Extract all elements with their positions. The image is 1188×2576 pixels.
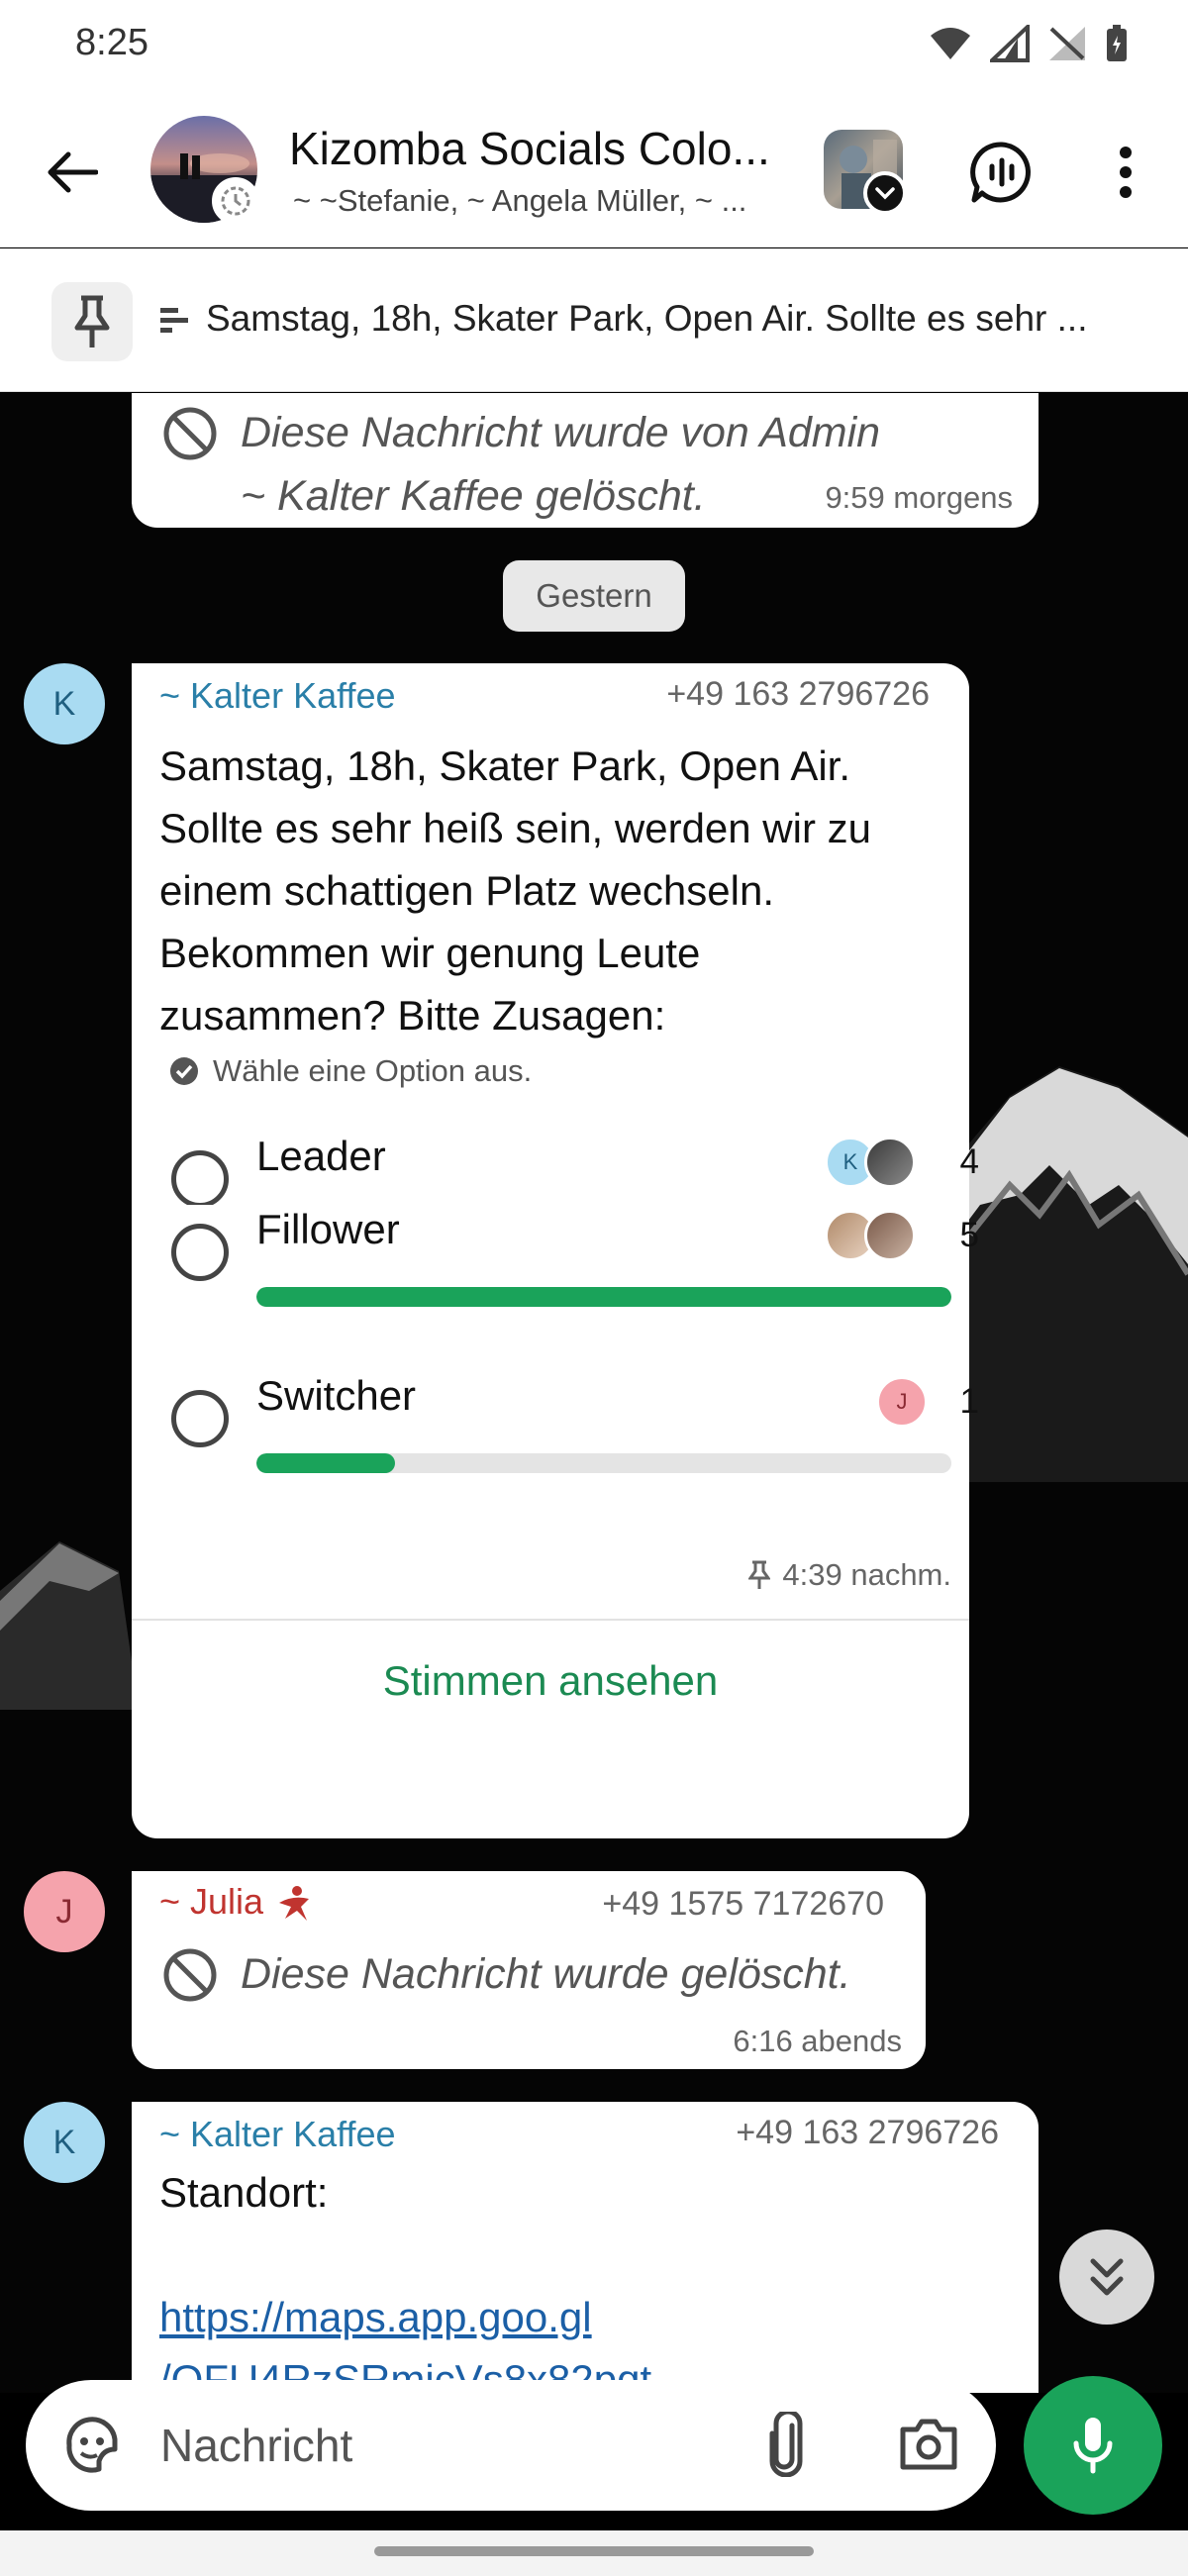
avatar[interactable]: J (24, 1871, 105, 1952)
chevron-down-icon[interactable] (863, 171, 907, 215)
voter-avatars: K (825, 1137, 916, 1188)
sender-name[interactable]: ~ Kalter Kaffee (159, 675, 396, 717)
poll-progress-fill (256, 1287, 951, 1307)
more-vert-icon (1120, 147, 1132, 198)
voice-chat-button[interactable] (965, 136, 1039, 209)
location-link-line1[interactable]: https://maps.app.goo.gl (159, 2286, 651, 2348)
pin-icon (74, 295, 110, 347)
no-signal-icon (1049, 27, 1085, 60)
message-input[interactable] (160, 2410, 735, 2481)
deleted-message-bubble[interactable]: Diese Nachricht wurde von Admin ~ Kalter… (132, 393, 1039, 528)
microphone-icon (1073, 2418, 1113, 2474)
mountain-wallpaper-left (0, 1541, 139, 1710)
camera-icon (900, 2419, 957, 2470)
poll-option-count: 4 (959, 1142, 979, 1181)
sticker-button[interactable] (61, 2416, 123, 2482)
poll-progress-fill (256, 1453, 396, 1473)
poll-progress-track (256, 1287, 951, 1307)
voter-avatar-photo (864, 1137, 916, 1188)
deleted-message-text: Diese Nachricht wurde von Admin (241, 409, 881, 456)
avatar[interactable]: K (24, 2102, 105, 2183)
pin-button[interactable] (51, 282, 133, 361)
sender-name[interactable]: ~ Kalter Kaffee (159, 2114, 396, 2155)
message-time: 6:16 abends (733, 2024, 902, 2058)
block-icon (163, 407, 217, 460)
message-composer (26, 2380, 996, 2511)
chat-title[interactable]: Kizomba Socials Colo... (289, 122, 770, 175)
voter-avatars: J (876, 1376, 928, 1428)
battery-icon (1107, 25, 1127, 61)
voter-avatars (825, 1210, 916, 1261)
voter-avatar-photo (864, 1210, 916, 1261)
sticker-icon (66, 2417, 118, 2473)
pinned-message-text: Samstag, 18h, Skater Park, Open Air. Sol… (206, 298, 1088, 339)
poll-meta: 4:39 nachm. (748, 1557, 951, 1593)
poll-bubble[interactable]: ~ Kalter Kaffee +49 163 2796726 Samstag,… (132, 663, 979, 1244)
home-indicator[interactable] (374, 2546, 814, 2556)
paperclip-icon (769, 2409, 803, 2478)
sender-phone: +49 163 2796726 (736, 2114, 999, 2151)
message-time: 4:39 nachm. (782, 1557, 951, 1592)
avatar[interactable]: K (24, 663, 105, 744)
poll-question: Samstag, 18h, Skater Park, Open Air. Sol… (159, 743, 871, 1039)
deleted-message-text: Diese Nachricht wurde gelöscht. (241, 1950, 851, 1998)
poll-option-count: 1 (959, 1382, 979, 1421)
chat-participants[interactable]: ~ ~Stefanie, ~ Angela Müller, ~ ... (293, 183, 746, 219)
location-link[interactable]: https://maps.app.goo.gl /QFU4RzSRmjcVs8x… (159, 2286, 651, 2393)
poll-option-switcher[interactable]: Switcher J 1 (171, 1358, 979, 1487)
overflow-menu-button[interactable] (1094, 136, 1157, 209)
location-message-bubble[interactable]: ~ Kalter Kaffee +49 163 2796726 Standort… (132, 2102, 1039, 2393)
scroll-to-bottom-button[interactable] (1059, 2229, 1154, 2325)
check-circle-icon (170, 1057, 198, 1085)
poll-option-label: Leader (256, 1133, 386, 1179)
poll-divider (132, 1619, 969, 1621)
deleted-message-text-2: ~ Kalter Kaffee gelöscht. (241, 472, 706, 520)
date-divider: Gestern (503, 560, 685, 632)
poll-option-label: Fillower (256, 1206, 400, 1252)
back-button[interactable] (38, 138, 107, 207)
voice-chat-icon (970, 142, 1031, 203)
view-votes-button[interactable]: Stimmen ansehen (132, 1623, 969, 1739)
message-time: 9:59 morgens (825, 480, 1013, 515)
poll-option-count: 5 (959, 1216, 979, 1254)
poll-option-fillower[interactable]: Fillower 5 (171, 1192, 979, 1321)
poll-option-label: Switcher (256, 1372, 417, 1419)
sender-name[interactable]: ~ Julia (159, 1881, 315, 1925)
message-text: Standort: (159, 2169, 329, 2216)
poll-hint: Wähle eine Option aus. (169, 1053, 532, 1089)
status-icons (929, 24, 1129, 63)
poll-icon (160, 308, 188, 333)
status-bar: 8:25 (0, 0, 1188, 94)
camera-button[interactable] (897, 2414, 960, 2478)
arrow-left-icon (48, 151, 98, 193)
chat-messages[interactable]: Diese Nachricht wurde von Admin ~ Kalter… (0, 393, 1188, 2393)
poll-progress-track (256, 1453, 951, 1473)
dancer-emoji-icon (279, 1886, 310, 1922)
attach-button[interactable] (760, 2409, 814, 2482)
poll-hint-text: Wähle eine Option aus. (213, 1053, 533, 1088)
sender-phone: +49 1575 7172670 (602, 1885, 884, 1923)
wifi-icon (931, 28, 970, 59)
disappearing-timer-icon (212, 177, 259, 225)
sender-name-text: ~ Julia (159, 1881, 264, 1922)
double-chevron-down-icon (1090, 2258, 1124, 2296)
status-time: 8:25 (75, 22, 148, 63)
voter-avatar: J (876, 1376, 928, 1428)
block-icon (163, 1948, 217, 2002)
pin-icon (748, 1560, 771, 1589)
system-navigation (0, 2530, 1188, 2576)
sender-phone: +49 163 2796726 (666, 675, 930, 713)
poll-bubble-lower[interactable]: Fillower 5 Switcher J 1 4:39 nachm. Stim… (132, 1205, 979, 1838)
voice-message-button[interactable] (1024, 2376, 1162, 2515)
deleted-message-bubble[interactable]: ~ Julia +49 1575 7172670 Diese Nachricht… (132, 1871, 926, 2069)
mountain-wallpaper (950, 1066, 1188, 1482)
radio-button[interactable] (171, 1390, 229, 1447)
radio-button[interactable] (171, 1224, 229, 1281)
chat-header: Kizomba Socials Colo... ~ ~Stefanie, ~ A… (0, 94, 1188, 248)
signal-icon (990, 25, 1030, 62)
pinned-message-bar[interactable]: Samstag, 18h, Skater Park, Open Air. Sol… (0, 248, 1188, 392)
